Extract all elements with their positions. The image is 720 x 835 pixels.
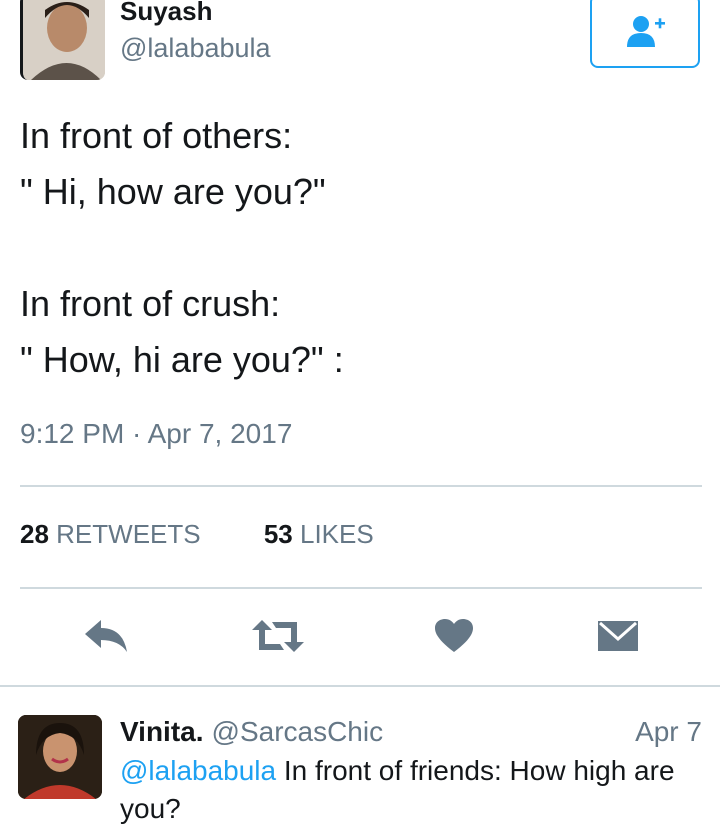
author-name[interactable]: Suyash [120, 0, 213, 28]
tweet-text-line: In front of others: [20, 115, 293, 156]
tweet-text-line: In front of crush: [20, 283, 281, 324]
heart-icon [435, 619, 473, 652]
author-avatar[interactable] [20, 0, 105, 80]
retweet-count: 28 [20, 519, 49, 549]
reply-icon [85, 620, 127, 652]
reply-author[interactable]: Vinita. @SarcasChic [120, 714, 383, 750]
divider [20, 587, 702, 589]
reply-avatar[interactable] [18, 715, 102, 799]
reply-button[interactable] [78, 612, 134, 660]
follow-button[interactable] [590, 0, 700, 68]
author-handle[interactable]: @lalababula [120, 30, 271, 66]
tweet-text-line: " How, hi are you?" : [20, 339, 344, 380]
avatar-photo [18, 715, 102, 799]
envelope-icon [598, 621, 638, 651]
tweet-text-line: " Hi, how are you?" [20, 171, 326, 212]
likes-stat[interactable]: 53 LIKES [264, 519, 374, 549]
direct-message-button[interactable] [590, 612, 646, 660]
retweet-icon [252, 620, 304, 652]
divider [0, 685, 720, 687]
like-label: LIKES [300, 519, 374, 549]
avatar-photo [23, 0, 105, 80]
reply-date[interactable]: Apr 7 [635, 714, 702, 750]
reply-author-handle: @SarcasChic [211, 716, 384, 747]
reply-author-name: Vinita. [120, 716, 204, 747]
like-button[interactable] [426, 612, 482, 660]
reply-text: @lalababula In front of friends: How hig… [120, 752, 700, 828]
like-count: 53 [263, 519, 293, 549]
tweet-timestamp[interactable]: 9:12 PM · Apr 7, 2017 [20, 416, 292, 452]
retweet-button[interactable] [250, 612, 306, 660]
retweet-label: RETWEETS [56, 519, 201, 549]
reply-mention-link[interactable]: @lalababula [120, 755, 276, 786]
retweets-stat[interactable]: 28 RETWEETS [20, 519, 208, 549]
tweet-stats: 28 RETWEETS 53 LIKES [20, 516, 374, 552]
divider [20, 485, 702, 487]
add-user-icon [627, 16, 665, 47]
